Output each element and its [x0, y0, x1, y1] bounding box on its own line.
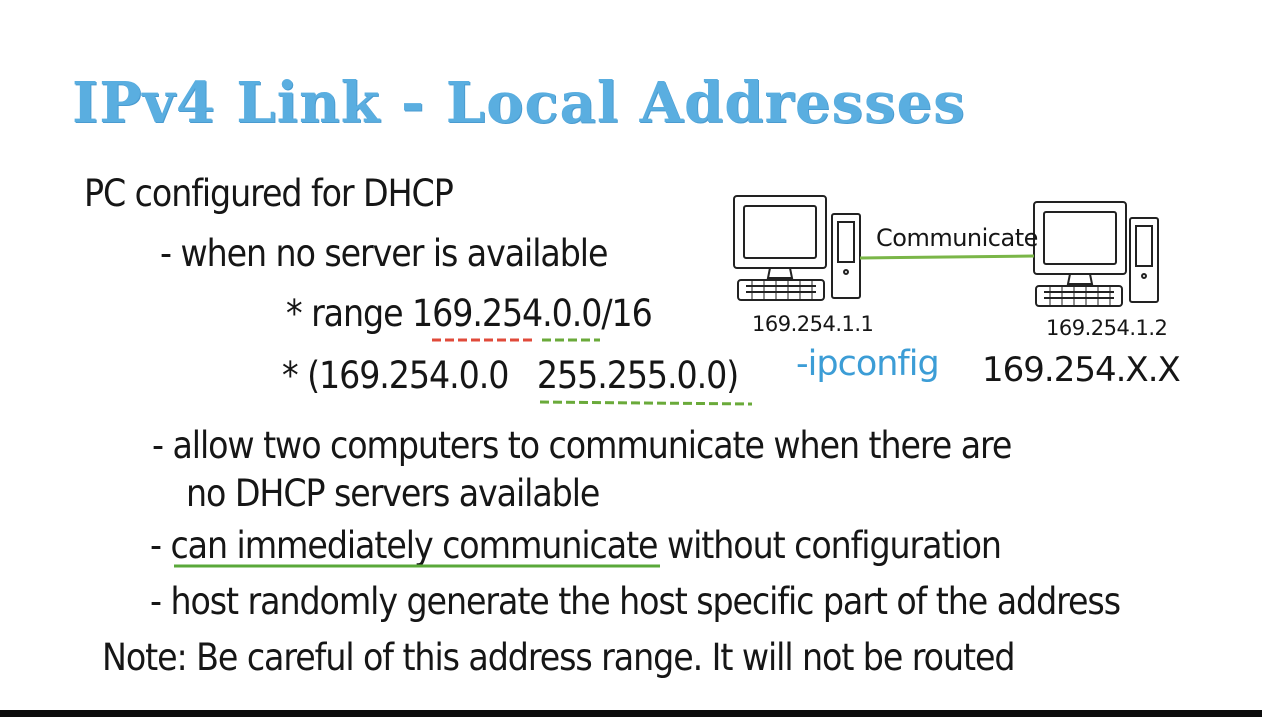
video-bottom-strip	[0, 710, 1262, 717]
pc-1-icon	[733, 195, 861, 301]
ipconfig-value: 169.254.X.X	[982, 350, 1181, 390]
pc-1-ip: 169.254.1.1	[752, 312, 874, 336]
pc-2-icon	[1033, 201, 1159, 307]
link-label: Communicate	[876, 224, 1038, 252]
pc-2-ip: 169.254.1.2	[1046, 316, 1168, 340]
communicate-link	[859, 254, 1035, 260]
ipconfig-label: -ipconfig	[796, 344, 940, 384]
